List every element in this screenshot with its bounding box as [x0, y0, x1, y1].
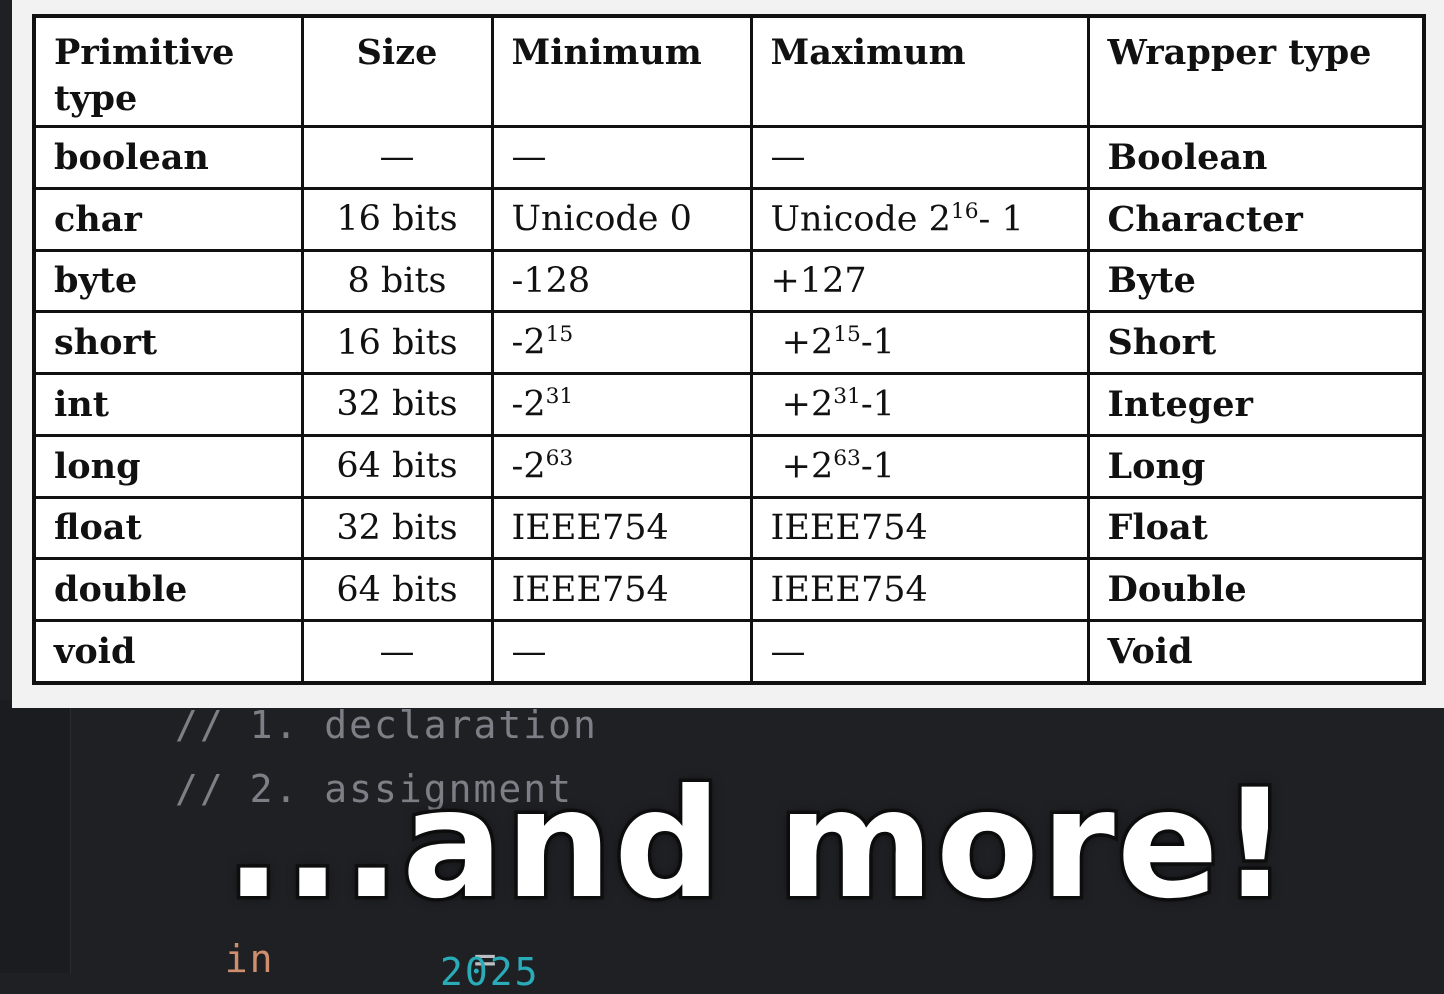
cell-max: +231-1	[749, 372, 1090, 437]
cell-min: IEEE754	[490, 495, 753, 561]
cell-type: float	[32, 495, 304, 561]
editor-gutter	[0, 700, 71, 973]
cell-min: Unicode 0	[490, 186, 753, 252]
cell-min: —	[490, 125, 753, 190]
code-keyword: in	[224, 937, 275, 981]
min-base: -2	[511, 323, 546, 363]
cell-wrapper: Character	[1086, 186, 1426, 252]
cell-type: double	[32, 557, 304, 623]
header-maximum: Maximum	[749, 14, 1090, 128]
header-size: Size	[300, 14, 494, 128]
cell-min: —	[490, 619, 753, 685]
primitive-types-table: Primitive type Size Minimum Maximum Wrap…	[32, 14, 1426, 685]
code-comment-declaration[interactable]: // 1. declaration	[175, 703, 598, 747]
cell-size: 64 bits	[300, 433, 494, 499]
cell-size: 8 bits	[300, 248, 494, 314]
cell-type: boolean	[32, 125, 304, 190]
cell-size: 16 bits	[300, 310, 494, 376]
cell-max: Unicode 216- 1	[749, 186, 1090, 252]
cell-wrapper: Long	[1086, 433, 1426, 499]
cell-max: IEEE754	[749, 495, 1090, 561]
table-row: long 64 bits -263 +263-1 Long	[32, 433, 1426, 499]
table-row: float 32 bits IEEE754 IEEE754 Float	[32, 495, 1426, 561]
cell-wrapper: Float	[1086, 495, 1426, 561]
table-row: void — — — Void	[32, 619, 1426, 685]
cell-size: 32 bits	[300, 495, 494, 561]
cell-max: +127	[749, 248, 1090, 314]
cell-type: byte	[32, 248, 304, 314]
cell-min: -128	[490, 248, 753, 314]
max-rest: -1	[860, 384, 895, 425]
cell-type: long	[32, 433, 304, 499]
cell-wrapper: Short	[1086, 310, 1426, 376]
cell-type: short	[32, 310, 304, 376]
header-minimum: Minimum	[490, 14, 753, 128]
cell-wrapper: Void	[1086, 619, 1426, 685]
cell-size: 16 bits	[300, 186, 494, 252]
cell-size: 32 bits	[300, 372, 494, 437]
cell-type: void	[32, 619, 304, 685]
cell-max: —	[749, 125, 1090, 190]
table-header-row: Primitive type Size Minimum Maximum Wrap…	[32, 14, 1426, 128]
cell-min: -231	[490, 372, 753, 437]
cell-type: int	[32, 372, 304, 437]
table-row: int 32 bits -231 +231-1 Integer	[32, 372, 1426, 437]
cell-max: +263-1	[749, 433, 1090, 499]
cell-max: IEEE754	[749, 557, 1090, 623]
max-exponent: 31	[833, 384, 861, 410]
table-row: double 64 bits IEEE754 IEEE754 Double	[32, 557, 1426, 623]
max-base: Unicode 2	[770, 199, 951, 240]
max-base: +2	[781, 323, 834, 363]
cell-min: -263	[490, 433, 753, 499]
table-row: boolean — — — Boolean	[32, 125, 1426, 190]
table-row: short 16 bits -215 +215-1 Short	[32, 310, 1426, 376]
caption-overlay: ...and more!	[221, 755, 1292, 936]
cell-type: char	[32, 186, 304, 252]
cell-min: IEEE754	[490, 557, 753, 623]
min-exponent: 31	[545, 384, 574, 410]
max-exponent: 16	[950, 198, 979, 224]
table-row: byte 8 bits -128 +127 Byte	[32, 248, 1426, 314]
header-wrapper-type: Wrapper type	[1086, 14, 1426, 128]
header-primitive-type: Primitive type	[32, 14, 304, 128]
cell-wrapper: Integer	[1086, 372, 1426, 437]
cell-size: 64 bits	[300, 557, 494, 623]
cell-wrapper: Double	[1086, 557, 1426, 623]
table-row: char 16 bits Unicode 0 Unicode 216- 1 Ch…	[32, 186, 1426, 252]
max-rest: -1	[860, 446, 895, 487]
max-base: +2	[781, 384, 834, 425]
code-number-literal[interactable]: 2025	[440, 950, 540, 994]
cell-size: —	[300, 619, 494, 685]
max-exponent: 15	[833, 322, 861, 348]
max-exponent: 63	[833, 445, 861, 471]
max-base: +2	[781, 446, 834, 487]
min-exponent: 63	[545, 445, 574, 471]
min-base: -2	[511, 384, 546, 425]
cell-wrapper: Boolean	[1086, 125, 1426, 190]
min-exponent: 15	[545, 322, 574, 348]
cell-wrapper: Byte	[1086, 248, 1426, 314]
min-base: -2	[511, 446, 546, 487]
cell-max: —	[749, 619, 1090, 685]
max-rest: -1	[860, 323, 895, 363]
max-rest: - 1	[978, 199, 1024, 240]
cell-min: -215	[490, 310, 753, 376]
cell-size: —	[300, 125, 494, 190]
cell-max: +215-1	[749, 310, 1090, 376]
